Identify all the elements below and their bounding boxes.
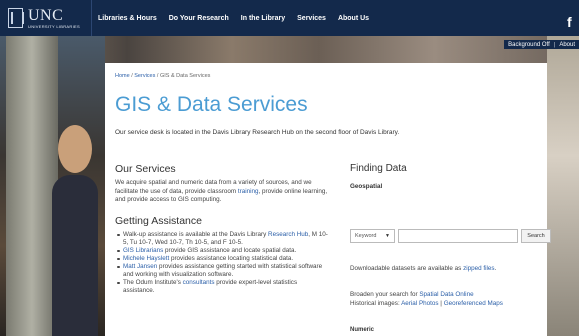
- item-text: provides assistance locating statistical…: [169, 254, 294, 262]
- logo-text: UNC UNIVERSITY LIBRARIES: [28, 6, 80, 29]
- spatial-data-online-link[interactable]: Spatial Data Online: [419, 291, 473, 298]
- left-column: Our Services We acquire spatial and nume…: [115, 163, 330, 295]
- nav-about-us[interactable]: About Us: [332, 15, 375, 22]
- content-panel: Home / Services / GIS & Data Services GI…: [105, 63, 551, 336]
- getting-assistance-heading: Getting Assistance: [115, 214, 202, 227]
- background-person-head: [58, 125, 92, 173]
- facebook-icon[interactable]: f: [567, 14, 579, 30]
- background-toggle-bar: Background Off | About: [504, 40, 579, 49]
- finding-data-heading: Finding Data: [350, 163, 407, 174]
- breadcrumb-home[interactable]: Home: [115, 73, 130, 79]
- search-type-select[interactable]: Keyword ▼: [350, 229, 395, 243]
- search-button[interactable]: Search: [521, 229, 551, 243]
- numeric-label: Numeric: [350, 327, 375, 333]
- list-item: Walk-up assistance is available at the D…: [115, 231, 330, 247]
- item-text: The Odum Institute's: [123, 278, 183, 286]
- line-text: Historical images:: [350, 300, 402, 307]
- list-item: Matt Jansen provides assistance getting …: [115, 263, 330, 279]
- line-text: Downloadable datasets are available as: [350, 265, 464, 272]
- background-person: [52, 175, 98, 336]
- item-text: provide GIS assistance and locate spatia…: [163, 246, 297, 254]
- list-item: GIS Librarians provide GIS assistance an…: [115, 247, 330, 255]
- page-title: GIS & Data Services: [115, 93, 308, 116]
- aerial-photos-link[interactable]: Aerial Photos: [401, 300, 438, 307]
- matt-jansen-link[interactable]: Matt Jansen: [123, 263, 157, 270]
- about-link[interactable]: About: [555, 42, 579, 48]
- training-link[interactable]: training: [238, 188, 259, 195]
- select-value: Keyword: [355, 233, 377, 239]
- michele-hayslett-link[interactable]: Michele Hayslett: [123, 255, 169, 262]
- zipped-files-line: Downloadable datasets are available as z…: [350, 265, 496, 272]
- main-nav: Libraries & Hours Do Your Research In th…: [92, 0, 375, 36]
- nav-libraries-hours[interactable]: Libraries & Hours: [92, 15, 163, 22]
- data-search-form: Keyword ▼ Search: [350, 229, 551, 243]
- search-input[interactable]: [398, 229, 518, 243]
- line-text: Broaden your search for: [350, 291, 420, 298]
- georeferenced-maps-link[interactable]: Georeferenced Maps: [444, 300, 503, 307]
- unc-libraries-logo[interactable]: UNC UNIVERSITY LIBRARIES: [0, 0, 92, 36]
- our-services-text: We acquire spatial and numeric data from…: [115, 179, 330, 205]
- list-item: Michele Hayslett provides assistance loc…: [115, 255, 330, 263]
- research-hub-link[interactable]: Research Hub: [268, 231, 308, 238]
- intro-text: Our service desk is located in the Davis…: [115, 129, 400, 136]
- gis-librarians-link[interactable]: GIS Librarians: [123, 247, 163, 254]
- top-navigation-bar: UNC UNIVERSITY LIBRARIES Libraries & Hou…: [0, 0, 579, 36]
- breadcrumb: Home / Services / GIS & Data Services: [115, 73, 210, 79]
- consultants-link[interactable]: consultants: [183, 279, 215, 286]
- breadcrumb-current: GIS & Data Services: [159, 73, 211, 79]
- nav-services[interactable]: Services: [291, 15, 332, 22]
- logo-subtitle: UNIVERSITY LIBRARIES: [28, 23, 80, 29]
- historical-images-line: Historical images: Aerial Photos | Geore…: [350, 300, 503, 307]
- old-well-icon: [8, 8, 24, 28]
- background-window: [547, 36, 579, 336]
- breadcrumb-services[interactable]: Services: [134, 73, 155, 79]
- broaden-search-line: Broaden your search for Spatial Data Onl…: [350, 291, 474, 298]
- zipped-files-link[interactable]: zipped files: [463, 265, 495, 272]
- geospatial-label: Geospatial: [350, 183, 383, 190]
- line-text: .: [494, 265, 497, 272]
- logo-unc: UNC: [28, 6, 64, 24]
- right-column: Finding Data Geospatial Keyword ▼ Search…: [350, 163, 551, 333]
- assistance-list: Walk-up assistance is available at the D…: [115, 231, 330, 295]
- toggle-separator: |: [553, 41, 556, 48]
- chevron-down-icon: ▼: [385, 233, 390, 239]
- list-item: The Odum Institute's consultants provide…: [115, 279, 330, 295]
- background-off-link[interactable]: Background Off: [504, 42, 554, 48]
- nav-in-the-library[interactable]: In the Library: [235, 15, 291, 22]
- background-pillar: [6, 36, 58, 336]
- nav-do-your-research[interactable]: Do Your Research: [163, 15, 235, 22]
- item-text: Walk-up assistance is available at the D…: [123, 230, 269, 238]
- our-services-heading: Our Services: [115, 163, 176, 175]
